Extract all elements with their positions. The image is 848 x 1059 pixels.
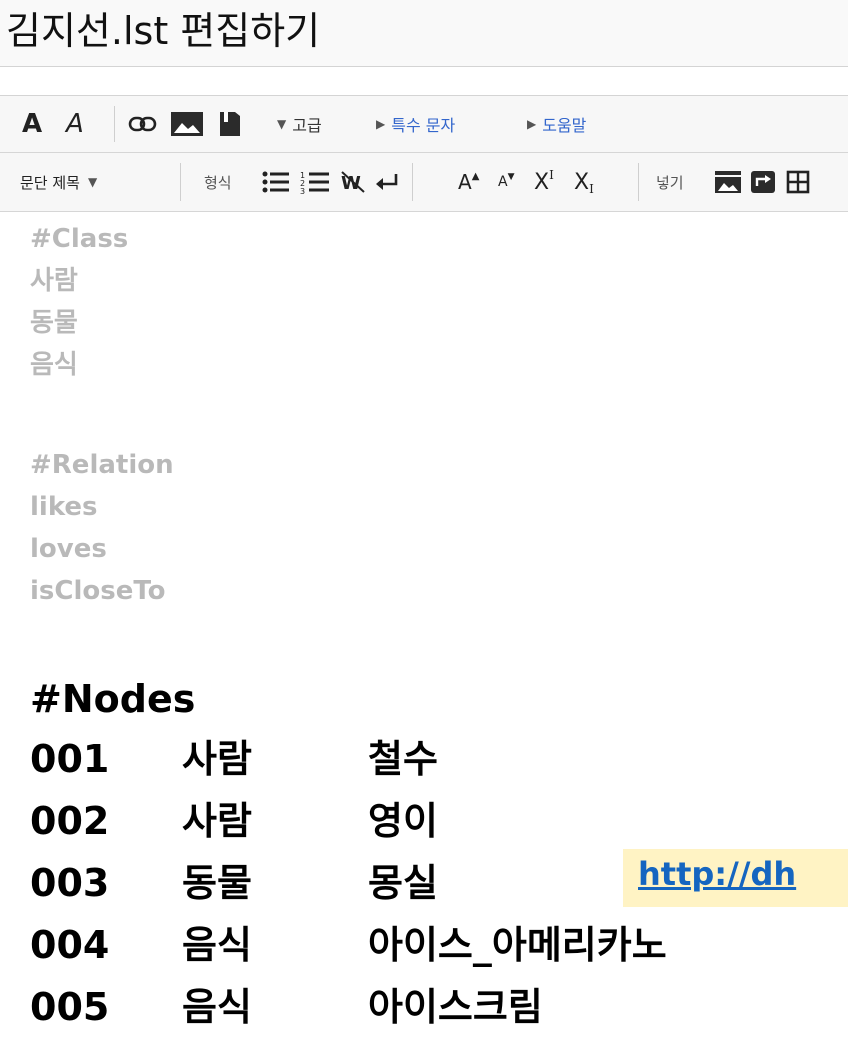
small-text-label: A — [498, 174, 508, 190]
node-id: 003 — [30, 861, 110, 905]
subscript-x: X — [574, 169, 590, 195]
node-name: 아이스크림 — [368, 985, 543, 1029]
nowiki-button[interactable]: W — [340, 153, 366, 211]
node-name: 철수 — [368, 737, 438, 781]
node-name: 영이 — [368, 799, 438, 843]
numbered-list-icon: 1 2 3 — [300, 171, 329, 194]
newline-button[interactable] — [374, 153, 400, 211]
paragraph-format-value: 문단 제목 — [20, 173, 80, 192]
superscript-mark: I — [549, 168, 554, 182]
page-title: 김지선.lst 편집하기 — [6, 9, 321, 53]
node-row: 002 사람 영이 — [30, 790, 830, 852]
format-label: 형식 — [204, 173, 232, 192]
class-header: #Class — [30, 224, 129, 254]
node-id: 001 — [30, 737, 110, 781]
advanced-label: 고급 — [292, 116, 322, 135]
class-line: 음식 — [30, 350, 78, 380]
superscript-button[interactable]: X I — [534, 153, 554, 211]
italic-button[interactable]: A — [66, 96, 84, 152]
subscript-mark: I — [589, 182, 594, 196]
class-line: 사람 — [30, 266, 78, 296]
help-label: 도움말 — [542, 116, 587, 135]
svg-text:3: 3 — [300, 187, 305, 194]
bullet-list-icon — [262, 171, 289, 193]
relation-line: loves — [30, 534, 107, 564]
relation-line: likes — [30, 492, 98, 522]
image-icon — [171, 112, 203, 136]
italic-label: A — [66, 109, 84, 139]
editor-toolbar-main: A A ▼ 고급 ▶ 특수 문자 ▶ 도움말 — [0, 96, 848, 153]
advanced-tab[interactable]: ▼ 고급 — [277, 96, 322, 152]
node-row: 001 사람 철수 — [30, 728, 830, 790]
node-class: 사람 — [182, 737, 252, 781]
nodes-header: #Nodes — [30, 677, 196, 721]
big-text-label: A — [458, 170, 472, 194]
svg-text:W: W — [341, 173, 361, 194]
insert-label: 넣기 — [656, 173, 684, 192]
toolbar-divider — [114, 106, 115, 142]
title-bar: 김지선.lst 편집하기 — [0, 0, 848, 67]
editor-toolbar-advanced: 문단 제목 ▼ 형식 1 2 3 W A ▲ A ▼ X I X I 넣기 — [0, 153, 848, 212]
relation-line: isCloseTo — [30, 576, 166, 606]
chevron-down-icon: ▼ — [87, 175, 98, 189]
node-row: 005 음식 아이스크림 — [30, 976, 830, 1038]
node-class: 음식 — [182, 923, 252, 967]
node-class: 음식 — [182, 985, 252, 1029]
small-text-button[interactable]: A ▼ — [498, 153, 515, 211]
caret-down-icon: ▼ — [507, 172, 515, 182]
url-link[interactable]: http://dh — [638, 855, 796, 893]
redirect-button[interactable] — [750, 153, 776, 211]
bulleted-list-button[interactable] — [262, 153, 290, 211]
book-icon — [220, 112, 240, 136]
node-name: 몽실 — [368, 861, 438, 905]
newline-icon — [376, 174, 398, 190]
numbered-list-button[interactable]: 1 2 3 — [300, 153, 330, 211]
toolbar-divider — [412, 163, 413, 201]
node-class: 사람 — [182, 799, 252, 843]
caret-up-icon: ▲ — [471, 170, 480, 182]
table-button[interactable] — [786, 153, 810, 211]
help-tab[interactable]: ▶ 도움말 — [527, 96, 586, 152]
toolbar-divider — [638, 163, 639, 201]
relation-header: #Relation — [30, 450, 174, 480]
special-chars-tab[interactable]: ▶ 특수 문자 — [376, 96, 455, 152]
edit-summary-strip — [0, 67, 848, 96]
superscript-x: X — [534, 169, 550, 195]
node-class: 동물 — [182, 861, 252, 905]
reference-button[interactable] — [218, 96, 242, 152]
node-name: 아이스_아메리카노 — [368, 923, 667, 967]
class-line: 동물 — [30, 308, 78, 338]
paragraph-format-select[interactable]: 문단 제목 ▼ — [20, 153, 97, 211]
triangle-right-icon: ▶ — [376, 117, 386, 131]
toolbar-divider — [180, 163, 181, 201]
table-icon — [786, 170, 810, 194]
insert-group-label: 넣기 — [656, 153, 684, 211]
node-id: 002 — [30, 799, 110, 843]
format-group-label: 형식 — [204, 153, 232, 211]
triangle-down-icon: ▼ — [277, 117, 287, 131]
editor-textarea[interactable]: #Class 사람 동물 음식 #Relation likes loves is… — [0, 212, 848, 1059]
link-icon — [128, 116, 157, 132]
url-watermark: http://dh — [623, 849, 848, 907]
bold-button[interactable]: A — [22, 96, 42, 152]
nowiki-icon: W — [341, 171, 365, 194]
image-button[interactable] — [170, 96, 204, 152]
subscript-button[interactable]: X I — [574, 153, 594, 211]
big-text-button[interactable]: A ▲ — [458, 153, 479, 211]
gallery-icon — [715, 171, 741, 193]
special-chars-label: 특수 문자 — [391, 116, 456, 135]
gallery-button[interactable] — [714, 153, 742, 211]
node-row: 004 음식 아이스_아메리카노 — [30, 914, 830, 976]
link-button[interactable] — [128, 96, 158, 152]
triangle-right-icon: ▶ — [527, 117, 537, 131]
node-id: 005 — [30, 985, 110, 1029]
redirect-icon — [751, 171, 775, 193]
bold-label: A — [22, 109, 43, 139]
node-id: 004 — [30, 923, 110, 967]
